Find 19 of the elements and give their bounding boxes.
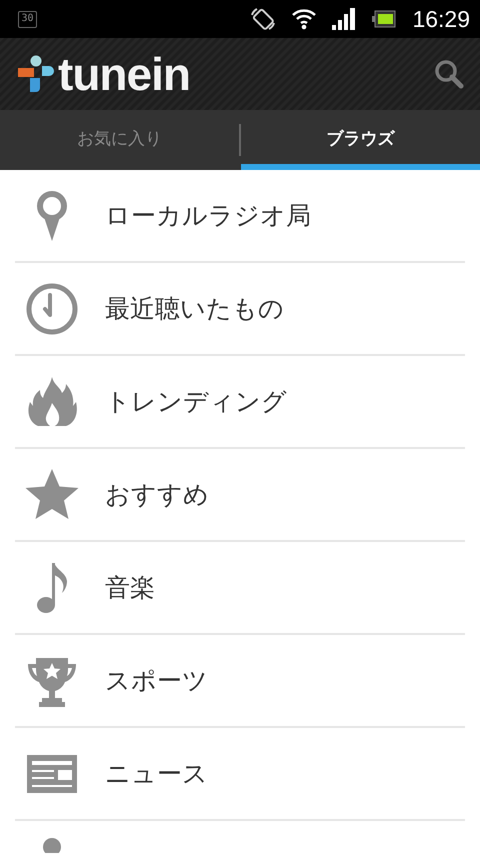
search-button[interactable]	[434, 59, 464, 89]
round-icon	[43, 838, 61, 853]
menu-item-label: 最近聴いたもの	[105, 292, 284, 325]
battery-icon	[372, 10, 396, 28]
menu-item-label: ローカルラジオ局	[105, 200, 311, 232]
calendar-icon: 30	[18, 10, 37, 28]
tab[interactable]: ブラウズ	[241, 110, 480, 170]
menu-item-label: スポーツ	[105, 664, 208, 697]
logo-icon	[18, 55, 54, 93]
signal-icon	[332, 8, 356, 30]
menu-item-label: ニュース	[105, 758, 208, 790]
app-logo-text: tunein	[58, 51, 190, 97]
menu-item-label: トレンディング	[105, 386, 287, 418]
clock-time: 16:29	[412, 4, 470, 34]
tab[interactable]: お気に入り	[0, 110, 239, 170]
menu-item-label: 音楽	[105, 572, 155, 604]
menu-item-label: おすすめ	[105, 478, 209, 511]
wifi-icon	[292, 8, 316, 30]
rotation-icon	[250, 7, 276, 31]
